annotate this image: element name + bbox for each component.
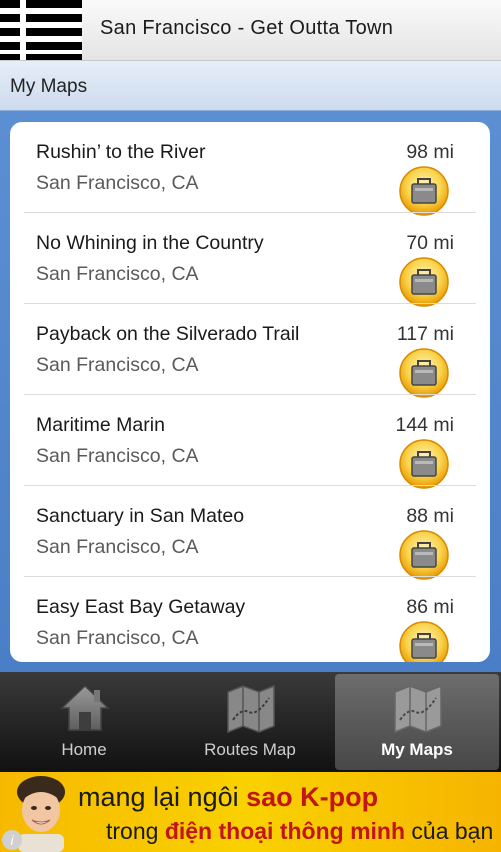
ad-subline: trong điện thoại thông minh của bạn bbox=[106, 818, 493, 845]
maps-panel: Rushin’ to the River San Francisco, CA 98 … bbox=[0, 111, 501, 672]
list-item[interactable]: Maritime Marin San Francisco, CA 144 mi bbox=[10, 395, 490, 489]
maps-list[interactable]: Rushin’ to the River San Francisco, CA 98 … bbox=[10, 122, 490, 662]
home-icon bbox=[59, 682, 111, 734]
ad-headline: mang lại ngôi sao K-pop bbox=[78, 782, 378, 813]
ad-subline-prefix: trong bbox=[106, 818, 165, 844]
section-title: My Maps bbox=[10, 76, 88, 97]
map-distance: 88 mi bbox=[406, 505, 454, 527]
map-distance: 98 mi bbox=[406, 141, 454, 163]
map-icon bbox=[225, 682, 277, 734]
map-location: San Francisco, CA bbox=[36, 354, 199, 376]
section-header: My Maps bbox=[0, 61, 501, 111]
ad-subline-suffix: của bạn bbox=[405, 818, 494, 844]
map-location: San Francisco, CA bbox=[36, 627, 199, 649]
suitcase-icon[interactable] bbox=[399, 621, 449, 662]
suitcase-icon[interactable] bbox=[399, 348, 449, 398]
map-name: Payback on the Silverado Trail bbox=[36, 323, 300, 345]
map-name: Sanctuary in San Mateo bbox=[36, 505, 245, 527]
list-item[interactable]: Sanctuary in San Mateo San Francisco, CA 8… bbox=[10, 486, 490, 580]
tab-routes-map[interactable]: Routes Map bbox=[168, 674, 332, 770]
map-name: Maritime Marin bbox=[36, 414, 165, 436]
menu-icon[interactable] bbox=[0, 0, 82, 60]
map-name: Easy East Bay Getaway bbox=[36, 596, 246, 618]
map-name: Rushin’ to the River bbox=[36, 141, 206, 163]
tab-my-maps-label: My Maps bbox=[381, 740, 453, 759]
ad-subline-highlight: điện thoại thông minh bbox=[164, 818, 406, 844]
map-distance: 86 mi bbox=[406, 596, 454, 618]
tab-home-label: Home bbox=[61, 740, 107, 759]
map-name: No Whining in the Country bbox=[36, 232, 264, 254]
tab-my-maps[interactable]: My Maps bbox=[335, 674, 499, 770]
list-item[interactable]: Easy East Bay Getaway San Francisco, CA 86… bbox=[10, 577, 490, 662]
map-location: San Francisco, CA bbox=[36, 172, 199, 194]
ad-headline-prefix: mang lại ngôi bbox=[78, 782, 247, 812]
suitcase-icon[interactable] bbox=[399, 166, 449, 216]
map-location: San Francisco, CA bbox=[36, 263, 199, 285]
suitcase-icon[interactable] bbox=[399, 257, 449, 307]
suitcase-icon[interactable] bbox=[399, 439, 449, 489]
map-distance: 117 mi bbox=[396, 323, 454, 345]
map-location: San Francisco, CA bbox=[36, 445, 199, 467]
tab-routes-map-label: Routes Map bbox=[204, 740, 296, 759]
map-location: San Francisco, CA bbox=[36, 536, 199, 558]
list-item[interactable]: Payback on the Silverado Trail San Franci… bbox=[10, 304, 490, 398]
ad-headline-highlight: sao K-pop bbox=[246, 782, 379, 812]
map-icon bbox=[392, 682, 444, 734]
map-distance: 144 mi bbox=[395, 414, 454, 436]
ad-info-icon[interactable]: i bbox=[2, 830, 22, 850]
map-distance: 70 mi bbox=[406, 232, 454, 254]
bottom-nav: Home Routes Map My Maps bbox=[0, 672, 501, 772]
ad-banner[interactable]: mang lại ngôi sao K-pop trong điện thoại… bbox=[0, 772, 501, 852]
list-item[interactable]: Rushin’ to the River San Francisco, CA 98 … bbox=[10, 122, 490, 216]
list-item[interactable]: No Whining in the Country San Francisco, … bbox=[10, 213, 490, 307]
suitcase-icon[interactable] bbox=[399, 530, 449, 580]
tab-home[interactable]: Home bbox=[2, 674, 166, 770]
title-bar: San Francisco - Get Outta Town bbox=[0, 0, 501, 61]
app-title: San Francisco - Get Outta Town bbox=[100, 17, 394, 39]
